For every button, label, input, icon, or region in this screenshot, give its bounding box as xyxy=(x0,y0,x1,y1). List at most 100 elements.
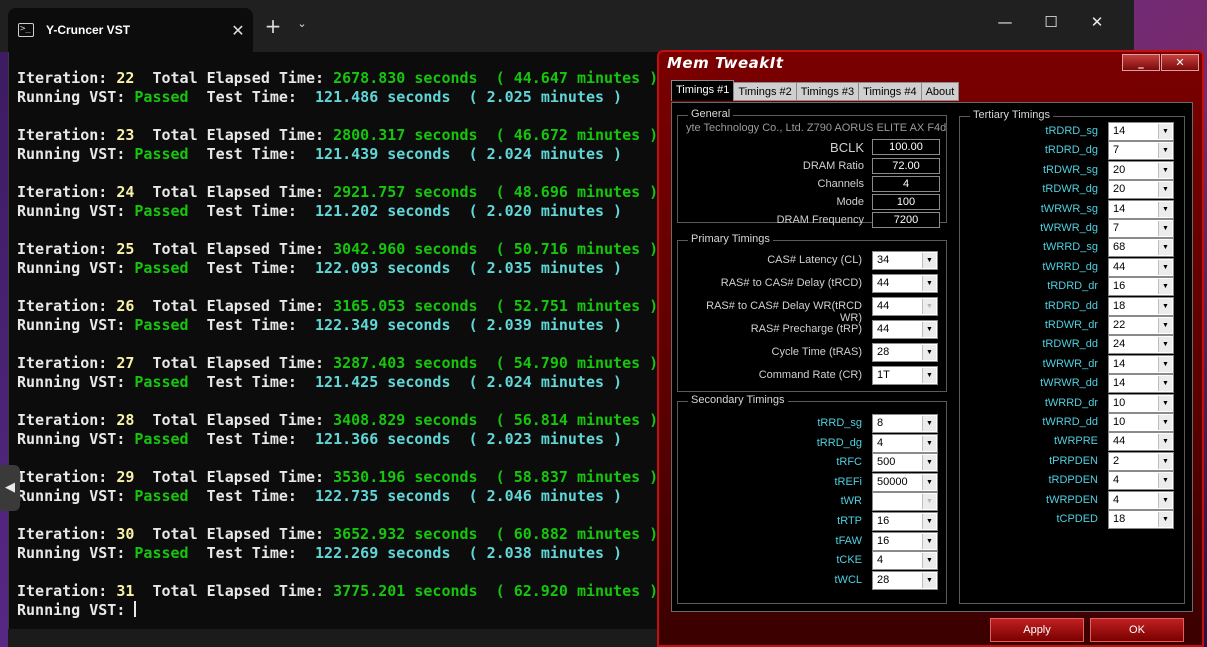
new-tab-button[interactable]: + xyxy=(262,14,284,38)
timing-select[interactable]: 500 ▼ xyxy=(872,453,938,473)
test-seconds: 121.202 xyxy=(315,202,379,220)
timing-label: tRDWR_sg xyxy=(1042,163,1098,176)
left-arrow-icon[interactable]: ◀ xyxy=(0,465,20,511)
maximize-button[interactable]: ☐ xyxy=(1036,12,1066,32)
dropdown-arrow-icon: ▼ xyxy=(922,322,936,337)
timing-select[interactable]: 4 ▼ xyxy=(872,433,938,453)
timing-select[interactable]: 16 ▼ xyxy=(872,512,938,531)
timing-select[interactable]: 10 ▼ xyxy=(1108,413,1174,432)
timing-select[interactable]: 20 ▼ xyxy=(1108,160,1174,180)
paren: ) xyxy=(640,582,659,600)
elapsed-seconds: 2678.830 xyxy=(333,69,406,87)
chevron-down-icon[interactable]: ⌄ xyxy=(294,17,310,30)
minutes-unit: minutes xyxy=(540,88,605,106)
vst-status: Passed xyxy=(134,202,189,220)
timing-value: 14 xyxy=(1113,125,1126,137)
dropdown-arrow-icon: ▼ xyxy=(1158,259,1172,275)
tab-timings-3[interactable]: Timings #3 xyxy=(795,82,860,101)
terminal-line: Iteration: 29 Total Elapsed Time: 3530.1… xyxy=(17,468,658,487)
timing-label: tRDWR_dr xyxy=(1044,319,1098,331)
timing-select[interactable]: 2 ▼ xyxy=(1108,451,1174,471)
timing-select[interactable]: 44 ▼ xyxy=(1108,257,1174,277)
apply-button[interactable]: Apply xyxy=(990,618,1084,642)
tab-timings-2[interactable]: Timings #2 xyxy=(733,82,797,101)
timing-select[interactable]: 4 ▼ xyxy=(1108,471,1174,491)
test-seconds: 122.269 xyxy=(315,544,379,562)
minutes-unit: minutes xyxy=(540,544,605,562)
seconds-unit: seconds xyxy=(414,183,478,201)
timing-select[interactable]: 7 ▼ xyxy=(1108,219,1174,238)
minutes-unit: minutes xyxy=(540,202,605,220)
minimize-button[interactable]: _ xyxy=(1122,54,1160,71)
dropdown-arrow-icon: ▼ xyxy=(1158,182,1172,198)
test-time-label: Test Time: xyxy=(206,316,297,334)
timing-select[interactable]: 16 ▼ xyxy=(1108,277,1174,297)
timing-value: 20 xyxy=(1113,163,1126,176)
dropdown-arrow-icon: ▼ xyxy=(922,474,936,490)
timing-select[interactable]: 7 ▼ xyxy=(1108,141,1174,161)
paren: ( xyxy=(495,354,514,372)
taskbar-strip xyxy=(8,629,668,647)
timing-label: tWRWR_sg xyxy=(1040,202,1098,215)
minimize-button[interactable]: — xyxy=(990,12,1020,32)
elapsed-seconds: 3775.201 xyxy=(333,582,406,600)
timing-value: 44 xyxy=(877,277,890,289)
timing-select[interactable]: 50000 ▼ xyxy=(872,472,938,492)
timing-value: 16 xyxy=(877,534,890,547)
dropdown-arrow-icon: ▼ xyxy=(922,553,936,569)
timing-label: Command Rate (CR) xyxy=(758,369,862,381)
iteration-block: Iteration: 26 Total Elapsed Time: 3165.0… xyxy=(17,297,658,354)
timing-select[interactable]: 44 ▼ xyxy=(872,274,938,293)
iteration-block: Iteration: 28 Total Elapsed Time: 3408.8… xyxy=(17,411,658,468)
test-time-label: Test Time: xyxy=(206,373,297,391)
timing-select[interactable]: 14 ▼ xyxy=(1108,122,1174,141)
timing-select[interactable]: 14 ▼ xyxy=(1108,354,1174,374)
elapsed-seconds: 3165.053 xyxy=(333,297,406,315)
timing-value: 44 xyxy=(1113,260,1126,273)
test-minutes: 2.024 xyxy=(486,373,532,391)
dropdown-arrow-icon: ▼ xyxy=(1158,356,1172,372)
timing-select[interactable]: 22 ▼ xyxy=(1108,316,1174,335)
iteration-number: 30 xyxy=(116,525,135,543)
timing-label: Cycle Time (tRAS) xyxy=(771,346,862,358)
timing-select[interactable]: 20 ▼ xyxy=(1108,180,1174,200)
timing-select[interactable]: 44 ▼ xyxy=(872,320,938,339)
timing-select[interactable]: 28 ▼ xyxy=(872,570,938,590)
tab-timings-4[interactable]: Timings #4 xyxy=(858,82,922,101)
dropdown-arrow-icon: ▼ xyxy=(1158,337,1172,353)
timing-select[interactable]: 10 ▼ xyxy=(1108,393,1174,413)
tab-timings-1[interactable]: Timings #1 xyxy=(671,80,735,101)
timing-select[interactable]: 8 ▼ xyxy=(872,414,938,433)
timing-select[interactable]: 14 ▼ xyxy=(1108,199,1174,219)
text-cursor[interactable] xyxy=(134,601,137,617)
dropdown-arrow-icon: ▼ xyxy=(922,455,936,471)
timing-select[interactable]: 1T ▼ xyxy=(872,366,938,385)
terminal-tab[interactable]: >_ Y-Cruncer VST ✕ xyxy=(8,8,253,52)
timing-select[interactable]: 28 ▼ xyxy=(872,343,938,362)
timing-label: RAS# to CAS# Delay WR(tRCD WR) xyxy=(706,300,862,324)
paren: ( xyxy=(468,373,487,391)
tab-about[interactable]: About xyxy=(920,82,960,101)
timing-select[interactable]: 14 ▼ xyxy=(1108,374,1174,394)
timing-select[interactable]: 34 ▼ xyxy=(872,251,938,270)
paren: ) xyxy=(604,316,623,334)
timing-select[interactable]: 44 ▼ xyxy=(1108,432,1174,452)
timing-select[interactable]: 4 ▼ xyxy=(872,551,938,571)
iteration-label: Iteration: xyxy=(17,468,108,486)
timing-select[interactable]: 68 ▼ xyxy=(1108,238,1174,258)
test-minutes: 2.024 xyxy=(486,145,532,163)
ok-button[interactable]: OK xyxy=(1090,618,1184,642)
close-button[interactable]: ✕ xyxy=(1082,12,1112,32)
elapsed-minutes: 46.672 xyxy=(513,126,568,144)
close-button[interactable]: ✕ xyxy=(1161,54,1199,71)
timing-select[interactable]: 18 ▼ xyxy=(1108,510,1174,529)
timing-select[interactable]: 24 ▼ xyxy=(1108,335,1174,355)
timing-select[interactable]: 4 ▼ xyxy=(1108,490,1174,510)
test-minutes: 2.038 xyxy=(486,544,532,562)
timing-select[interactable]: 18 ▼ xyxy=(1108,296,1174,316)
tab-close-icon[interactable]: ✕ xyxy=(223,21,253,40)
timing-select[interactable]: 16 ▼ xyxy=(872,531,938,551)
elapsed-minutes: 48.696 xyxy=(513,183,568,201)
iteration-number: 22 xyxy=(116,69,135,87)
elapsed-seconds: 3530.196 xyxy=(333,468,406,486)
